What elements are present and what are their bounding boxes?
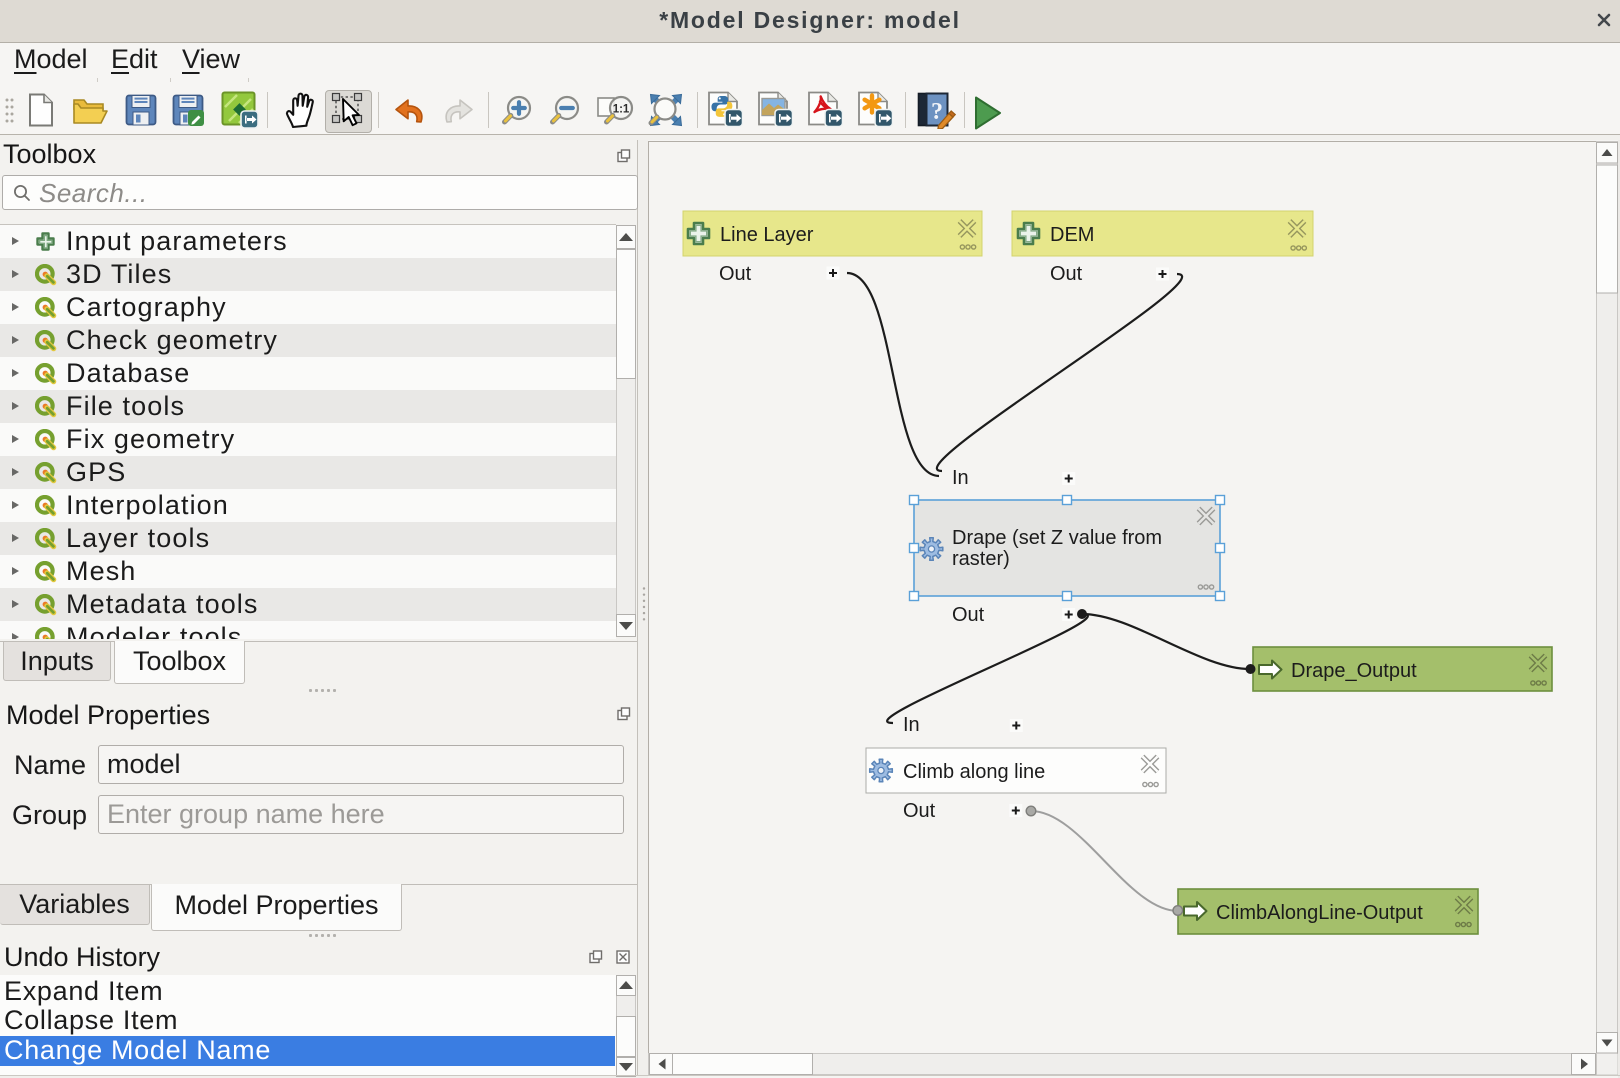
svg-text:In: In	[952, 467, 969, 489]
svg-text:In: In	[903, 714, 920, 736]
svg-text:Out: Out	[1050, 263, 1083, 285]
svg-text:Drape (set Z value from: Drape (set Z value from	[952, 527, 1162, 549]
svg-text:ClimbAlongLine-Output: ClimbAlongLine-Output	[1216, 902, 1423, 924]
svg-text:1:1: 1:1	[613, 104, 630, 116]
svg-text:raster): raster)	[952, 548, 1010, 570]
svg-text:Out: Out	[719, 263, 752, 285]
svg-text:Line Layer: Line Layer	[720, 224, 814, 246]
svg-text:Out: Out	[903, 800, 936, 822]
svg-text:?: ?	[931, 99, 943, 125]
svg-text:DEM: DEM	[1050, 224, 1094, 246]
svg-text:Drape_Output: Drape_Output	[1291, 660, 1417, 682]
svg-text:Out: Out	[952, 604, 985, 626]
svg-text:Climb along line: Climb along line	[903, 761, 1045, 783]
